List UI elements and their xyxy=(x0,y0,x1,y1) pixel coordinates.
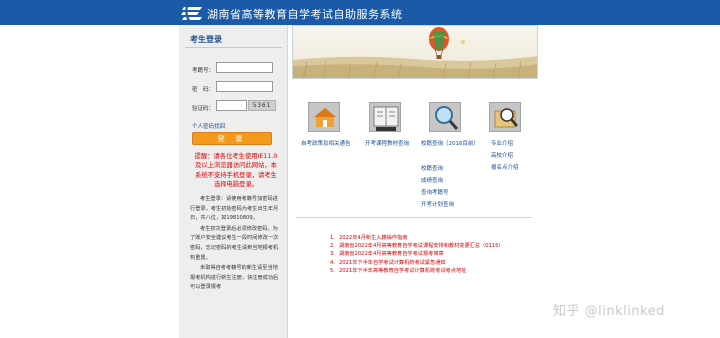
book-icon xyxy=(373,106,399,131)
exam-no-label: 考籍号： xyxy=(192,68,215,74)
login-button[interactable]: 登 录 xyxy=(192,132,272,145)
divider xyxy=(296,217,532,218)
header-bar: 湖南省高等教育自学考试自助服务系统 xyxy=(0,0,720,25)
link-record-query[interactable]: 校籍查询 xyxy=(421,164,443,176)
major-intro-tile[interactable] xyxy=(489,102,521,132)
link-course-material[interactable]: 开考课程教材查询 xyxy=(365,139,409,151)
link-major-intro[interactable]: 专业介绍 xyxy=(491,139,513,151)
password-input[interactable] xyxy=(216,81,273,92)
forgot-password-link[interactable]: 个人密码找回 xyxy=(192,122,225,130)
captcha-image[interactable]: 5361 xyxy=(248,100,276,111)
link-exam-plan-query[interactable]: 开考计划查询 xyxy=(421,200,454,212)
course-material-tile[interactable] xyxy=(369,102,401,132)
news-list: 1. 2022年4月新生入籍操作指南 2. 湖南省2022年4月高等教育自学考试课程… xyxy=(330,234,540,275)
note-paragraph: 考生登录：请使用考籍号加密码进行登录，考生初始密码为考生出生年月日，共八位，如1… xyxy=(190,196,279,222)
news-item[interactable]: 4. 2021年下半年自学考试计算机统考试紧急通知 xyxy=(330,259,540,267)
policy-notice-tile[interactable] xyxy=(308,102,340,132)
news-item[interactable]: 1. 2022年4月新生入籍操作指南 xyxy=(330,234,540,242)
news-item[interactable]: 5. 2021年下半年高等教育自学考试计算机统考试考点地址 xyxy=(330,267,540,275)
divider xyxy=(185,47,282,48)
logo-icon xyxy=(181,5,202,22)
captcha-input[interactable] xyxy=(216,100,247,111)
house-icon xyxy=(314,108,336,127)
login-notes: 考生登录：请使用考籍号加密码进行登录，考生初始密码为考生出生年月日，共八位，如1… xyxy=(190,195,282,294)
banner-image xyxy=(292,25,538,79)
browser-warning: 提醒：请各位考生使用IE11.0及以上浏览器访问此网站，本系统不支持手机登录，请… xyxy=(194,153,278,189)
note-paragraph: 未取得自考考籍号的新生请至当地报考机构进行新生注册，快注册成功后可以登录报考 xyxy=(190,265,279,291)
record-query-tile[interactable] xyxy=(429,102,461,132)
news-item[interactable]: 3. 湖南省2022年4月高等教育自学考试报考简章 xyxy=(330,250,540,258)
login-sidebar: 考生登录 考籍号： 密 码： 验证码： 5361 个人密码找回 登 录 提醒：请… xyxy=(179,25,288,338)
link-exam-no-query[interactable]: 查询考籍号 xyxy=(421,188,449,200)
link-record-query-2016[interactable]: 校籍查询（2016目前） xyxy=(421,139,479,151)
watermark: 知乎 @linklinked xyxy=(553,304,665,319)
note-paragraph: 考生初次登录后必须修改密码，为了账户安全建议考生一段时间修改一次密码，忘记密码的… xyxy=(190,225,279,261)
site-title: 湖南省高等教育自学考试自助服务系统 xyxy=(207,8,403,21)
link-college-intro[interactable]: 高校介绍 xyxy=(491,151,513,163)
exam-no-input[interactable] xyxy=(216,62,273,73)
link-policy-notice[interactable]: 自考政策及相关通告 xyxy=(301,139,351,151)
link-score-query[interactable]: 成绩查询 xyxy=(421,176,443,188)
magnifier-icon xyxy=(435,106,459,130)
page: 湖南省高等教育自学考试自助服务系统 考生登录 考籍号： 密 码： 验证码： 53… xyxy=(0,0,720,338)
banner-illustration xyxy=(293,26,537,78)
link-enrollment-point[interactable]: 报名点介绍 xyxy=(491,163,519,175)
password-label: 密 码： xyxy=(192,87,215,93)
news-item[interactable]: 2. 湖南省2022年4月高等教育自学考试课程安排和教材变更汇总（0115） xyxy=(330,242,540,250)
captcha-label: 验证码： xyxy=(192,106,215,112)
magnifier-folder-icon xyxy=(494,108,518,128)
login-title: 考生登录 xyxy=(190,35,222,44)
